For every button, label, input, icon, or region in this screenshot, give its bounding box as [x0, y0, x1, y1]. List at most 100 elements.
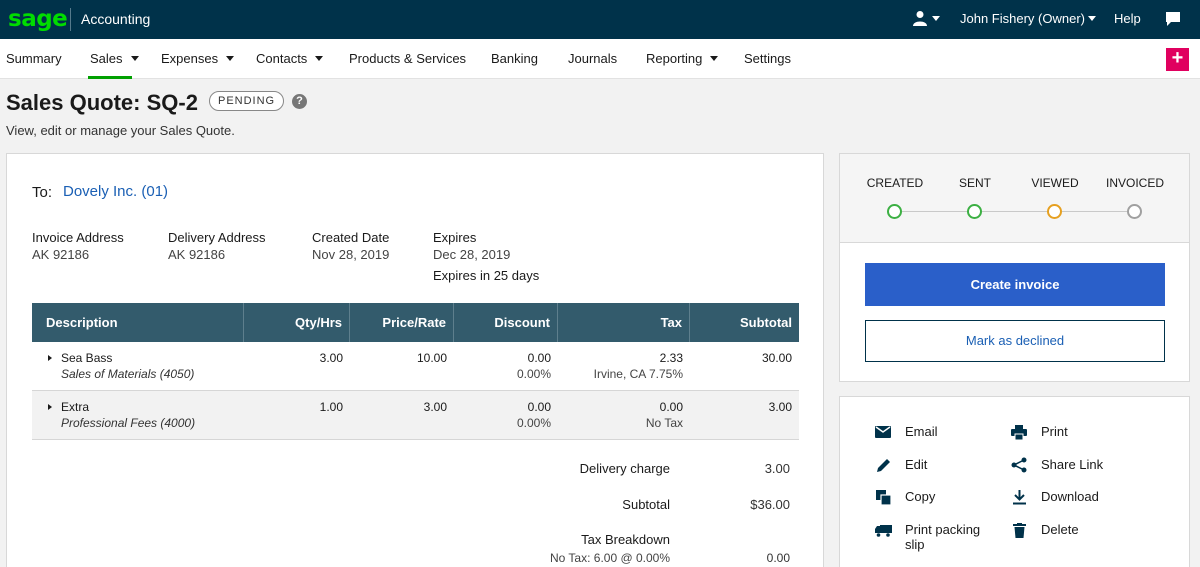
- create-invoice-button[interactable]: Create invoice: [865, 263, 1165, 306]
- nav-expenses[interactable]: Expenses: [161, 51, 235, 66]
- print-packing-slip-action[interactable]: Print packing slip: [874, 522, 980, 552]
- tax-breakdown-label: Tax Breakdown: [581, 532, 670, 547]
- edit-action[interactable]: Edit: [874, 457, 927, 473]
- user-menu[interactable]: John Fishery (Owner): [960, 11, 1085, 26]
- step-created-label: CREATED: [866, 176, 924, 190]
- cell-qty: 1.00: [319, 400, 343, 414]
- edit-label: Edit: [905, 457, 928, 472]
- header-qty: Qty/Hrs: [244, 303, 350, 342]
- table-row[interactable]: Sea Bass Sales of Materials (4050) 3.00 …: [32, 342, 799, 391]
- chevron-down-icon[interactable]: [1088, 16, 1096, 21]
- nav-label: Summary: [6, 51, 62, 66]
- download-action[interactable]: Download: [1010, 489, 1099, 505]
- step-sent-dot: [967, 204, 982, 219]
- header-tax: Tax: [558, 303, 690, 342]
- envelope-icon: [874, 424, 892, 440]
- print-action[interactable]: Print: [1010, 424, 1068, 440]
- nav-settings[interactable]: Settings: [744, 51, 791, 66]
- step-invoiced-dot: [1127, 204, 1142, 219]
- cell-price: 3.00: [423, 400, 447, 414]
- table-header: Description Qty/Hrs Price/Rate Discount …: [32, 303, 799, 342]
- nav-journals[interactable]: Journals: [568, 51, 617, 66]
- discount-percent: 0.00%: [516, 416, 551, 430]
- download-icon: [1010, 489, 1028, 505]
- delete-label: Delete: [1041, 522, 1079, 537]
- invoice-address-value: AK 92186: [32, 247, 90, 262]
- nav-sales[interactable]: Sales: [90, 51, 139, 66]
- line-items-table: Description Qty/Hrs Price/Rate Discount …: [32, 303, 799, 440]
- nav-label: Reporting: [646, 51, 703, 66]
- item-name: Sea Bass: [61, 351, 113, 365]
- delivery-address-label: Delivery Address: [168, 230, 266, 245]
- table-row[interactable]: Extra Professional Fees (4000) 1.00 3.00…: [32, 391, 799, 440]
- step-connector: [982, 211, 1047, 212]
- chevron-down-icon: [315, 56, 324, 61]
- cell-tax: 2.33 Irvine, CA 7.75%: [558, 342, 690, 390]
- contact-link[interactable]: Dovely Inc. (01): [63, 183, 168, 200]
- nav-active-indicator: [88, 76, 132, 79]
- tax-breakdown-value: 0.00: [766, 551, 790, 565]
- expand-icon[interactable]: [48, 355, 52, 361]
- step-invoiced-label: INVOICED: [1105, 176, 1164, 190]
- item-name: Extra: [61, 400, 90, 414]
- mark-declined-button[interactable]: Mark as declined: [865, 320, 1165, 362]
- header-price: Price/Rate: [350, 303, 454, 342]
- nav-label: Banking: [491, 51, 538, 66]
- cell-tax: 0.00 No Tax: [558, 391, 690, 439]
- created-date-value: Nov 28, 2019: [312, 247, 390, 262]
- nav-reporting[interactable]: Reporting: [646, 51, 719, 66]
- subtotal-value: $36.00: [750, 497, 790, 512]
- chevron-down-icon[interactable]: [932, 16, 940, 21]
- nav-label: Sales: [90, 51, 123, 66]
- trash-icon: [1010, 522, 1028, 538]
- quote-status-card: CREATED SENT VIEWED INVOICED Create invo…: [839, 153, 1190, 382]
- quick-add-button[interactable]: +: [1166, 48, 1189, 71]
- chevron-down-icon: [226, 56, 235, 61]
- logo-divider: [70, 8, 71, 31]
- top-bar: sage Accounting John Fishery (Owner) Hel…: [0, 0, 1200, 39]
- cell-discount: 0.00 0.00%: [454, 391, 558, 439]
- item-ledger: Professional Fees (4000): [61, 416, 196, 430]
- chevron-down-icon: [130, 56, 139, 61]
- share-link-action[interactable]: Share Link: [1010, 457, 1103, 473]
- print-packing-slip-label-line1: Print packing: [905, 522, 981, 537]
- quote-card: To: Dovely Inc. (01) Invoice Address AK …: [6, 153, 824, 567]
- cell-subtotal: 30.00: [761, 351, 792, 365]
- delete-action[interactable]: Delete: [1010, 522, 1079, 538]
- nav-label: Settings: [744, 51, 791, 66]
- user-icon[interactable]: [912, 10, 928, 31]
- email-label: Email: [905, 424, 938, 439]
- help-icon[interactable]: ?: [292, 94, 307, 109]
- tax-breakdown-line: No Tax: 6.00 @ 0.00%: [549, 551, 670, 565]
- to-label: To:: [32, 184, 53, 201]
- cell-qty: 3.00: [319, 351, 343, 365]
- chevron-down-icon: [710, 56, 719, 61]
- expand-icon[interactable]: [48, 404, 52, 410]
- copy-label: Copy: [905, 489, 936, 504]
- download-label: Download: [1041, 489, 1099, 504]
- nav-summary[interactable]: Summary: [6, 51, 62, 66]
- copy-icon: [874, 489, 892, 505]
- cell-discount: 0.00 0.00%: [454, 342, 558, 390]
- sage-logo[interactable]: sage: [8, 6, 68, 32]
- nav-products-services[interactable]: Products & Services: [349, 51, 466, 66]
- cell-price: 10.00: [416, 351, 447, 365]
- help-link[interactable]: Help: [1114, 11, 1141, 26]
- expires-in: Expires in 25 days: [433, 268, 540, 283]
- invoice-address: Invoice Address AK 92186: [32, 230, 124, 262]
- copy-action[interactable]: Copy: [874, 489, 935, 505]
- step-viewed-dot: [1047, 204, 1062, 219]
- page-subtitle: View, edit or manage your Sales Quote.: [6, 123, 235, 138]
- delivery-address-value: AK 92186: [168, 247, 226, 262]
- chat-icon[interactable]: [1165, 11, 1181, 32]
- nav-banking[interactable]: Banking: [491, 51, 538, 66]
- app-name: Accounting: [81, 11, 151, 27]
- tax-rate: No Tax: [645, 416, 683, 430]
- nav-label: Products & Services: [349, 51, 467, 66]
- step-connector: [902, 211, 967, 212]
- pencil-icon: [874, 457, 892, 473]
- nav-contacts[interactable]: Contacts: [256, 51, 324, 66]
- email-action[interactable]: Email: [874, 424, 938, 440]
- created-date-label: Created Date: [312, 230, 390, 245]
- created-date: Created Date Nov 28, 2019: [312, 230, 389, 262]
